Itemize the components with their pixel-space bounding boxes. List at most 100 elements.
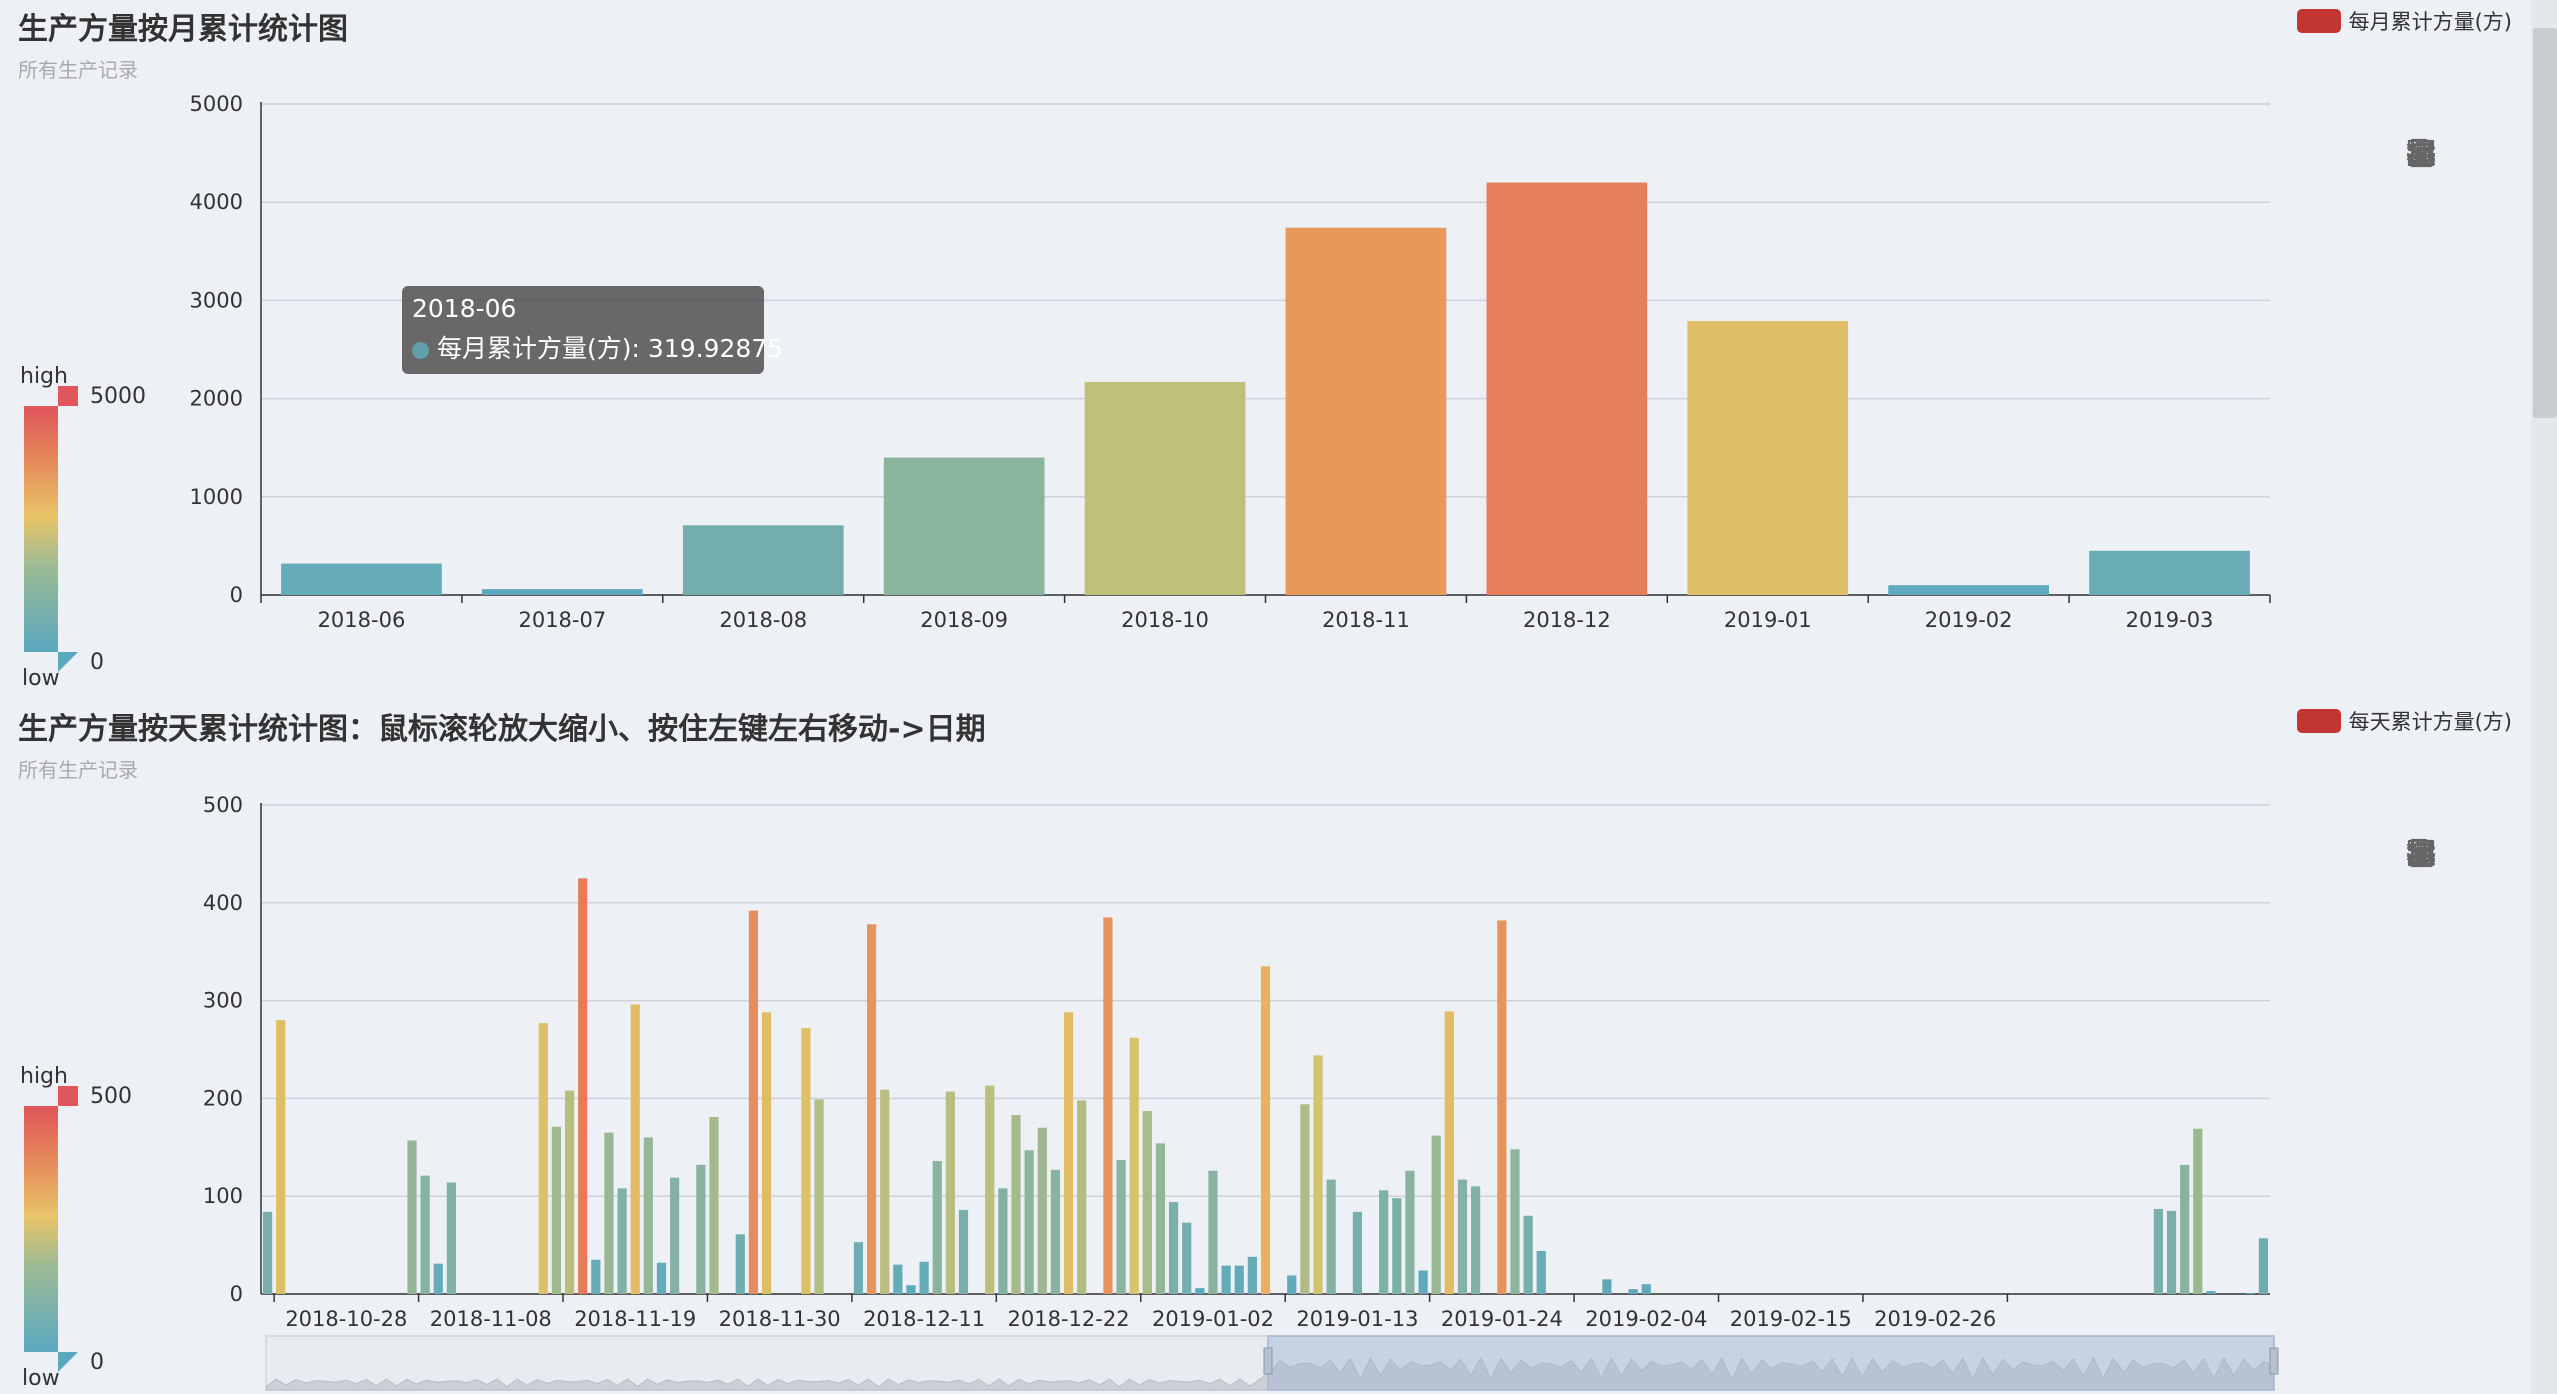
zoom-reset-icon[interactable] [2404, 141, 2438, 562]
bar [1103, 917, 1113, 1294]
x-tick-label: 2018-12 [1523, 608, 1611, 632]
zoom-reset-icon[interactable] [2404, 841, 2438, 1262]
x-tick-label: 2018-11-08 [430, 1307, 552, 1331]
tiled-icon[interactable] [2404, 839, 2438, 1164]
toolbox [2404, 836, 2440, 1277]
daily-bar-chart[interactable]: 0 100 200 300 400 500 2018-10-28 2018-11-08 2018… [0, 700, 2557, 1394]
x-tick-label: 2018-10 [1121, 608, 1209, 632]
y-tick-label: 500 [203, 793, 243, 817]
bar [2166, 1210, 2177, 1294]
bar [1234, 1265, 1244, 1294]
bar [2180, 1164, 2190, 1294]
bar [1247, 1256, 1257, 1294]
bar [1285, 227, 1447, 595]
bar [551, 1126, 562, 1294]
bar [880, 1089, 890, 1294]
tiled-icon[interactable] [2404, 139, 2438, 464]
bar [748, 910, 758, 1294]
x-tick-label: 2018-07 [518, 608, 606, 632]
tooltip-value: 319.92875 [647, 334, 784, 363]
visualmap-bar [24, 1106, 58, 1352]
bar [1221, 1265, 1231, 1294]
stack-icon[interactable] [2404, 840, 2438, 1115]
bar [1687, 321, 1849, 595]
scrollbar-thumb[interactable] [2533, 28, 2557, 418]
x-tick-label: 2019-01-02 [1152, 1307, 1274, 1331]
x-tick-label: 2018-12-11 [863, 1307, 985, 1331]
y-tick-label: 400 [203, 891, 243, 915]
bar [643, 1137, 653, 1294]
zoom-icon[interactable] [2404, 838, 2438, 1213]
bar [1457, 1179, 1468, 1294]
bar [1352, 1211, 1363, 1294]
bar [656, 1262, 667, 1294]
bar [1077, 1100, 1087, 1294]
datazoom-handle-left [1263, 1347, 1273, 1375]
bar [1024, 1150, 1034, 1294]
y-tick-label: 0 [230, 1282, 243, 1306]
y-tick-label: 3000 [190, 288, 243, 312]
y-tick-label: 2000 [190, 387, 243, 411]
bar [1050, 1169, 1061, 1294]
x-tick-label: 2019-02-15 [1730, 1307, 1852, 1331]
visualmap-low-label: low [22, 666, 60, 691]
y-tick-label: 300 [203, 989, 243, 1013]
refresh-icon[interactable] [2404, 139, 2438, 219]
stack-icon[interactable] [2404, 140, 2438, 415]
data-view-icon[interactable] [2404, 138, 2438, 268]
monthly-bar-chart[interactable]: 0 1000 2000 3000 4000 5000 2018-06 2018-07 2018-… [0, 0, 2557, 700]
x-tick-label: 2018-12-22 [1008, 1307, 1130, 1331]
data-view-icon[interactable] [2404, 838, 2438, 968]
refresh-icon[interactable] [2404, 839, 2438, 919]
bar [1444, 1011, 1454, 1294]
x-tick-label: 2019-02 [1925, 608, 2013, 632]
bar [591, 1259, 601, 1294]
bar [1084, 381, 1246, 595]
bar [1470, 1186, 1481, 1294]
bar [1536, 1250, 1546, 1294]
bar [1628, 1289, 1638, 1294]
tooltip-row: 每月累计方量(方): 319.92875 [412, 329, 783, 365]
bar [1142, 1111, 1152, 1294]
bar-chart-icon[interactable] [2404, 840, 2438, 1066]
bar [1287, 1275, 1297, 1294]
bar [578, 878, 588, 1294]
bar [1129, 1037, 1139, 1294]
line-chart-icon[interactable] [2404, 846, 2438, 1017]
bar [2089, 550, 2250, 595]
line-chart-icon[interactable] [2404, 146, 2438, 317]
bar [945, 1091, 955, 1294]
bar [1486, 182, 1648, 595]
y-tick-label: 4000 [190, 190, 243, 214]
datazoom-selection [1267, 1335, 2275, 1391]
bar [1379, 1190, 1389, 1294]
x-tick-label: 2018-09 [920, 608, 1008, 632]
datazoom-handle-right [2269, 1347, 2279, 1375]
bar [1523, 1215, 1533, 1294]
x-tick-label: 2018-11 [1322, 608, 1410, 632]
visualmap-handle-top [58, 1086, 78, 1106]
bar [1313, 1055, 1323, 1294]
bar [1116, 1160, 1126, 1294]
bar [866, 924, 877, 1294]
x-tick-label: 2018-10-28 [285, 1307, 407, 1331]
y-tick-label: 5000 [190, 92, 243, 116]
bar [919, 1261, 929, 1294]
bar [281, 563, 442, 595]
bar [1011, 1115, 1021, 1294]
bar [420, 1175, 430, 1294]
visualmap-min-label: 0 [90, 1350, 104, 1375]
bar [1208, 1170, 1218, 1294]
bar-chart-icon[interactable] [2404, 140, 2438, 366]
bar [801, 1027, 811, 1294]
bar [433, 1263, 443, 1294]
bar [883, 457, 1045, 595]
zoom-icon[interactable] [2404, 138, 2438, 513]
bar [2193, 1128, 2203, 1294]
x-tick-label: 2018-06 [318, 608, 406, 632]
bar [1497, 920, 1507, 1294]
visualmap-high-label: high [20, 364, 68, 389]
x-tick-label: 2019-01-24 [1441, 1307, 1563, 1331]
bar [670, 1177, 680, 1294]
bar [617, 1188, 627, 1294]
